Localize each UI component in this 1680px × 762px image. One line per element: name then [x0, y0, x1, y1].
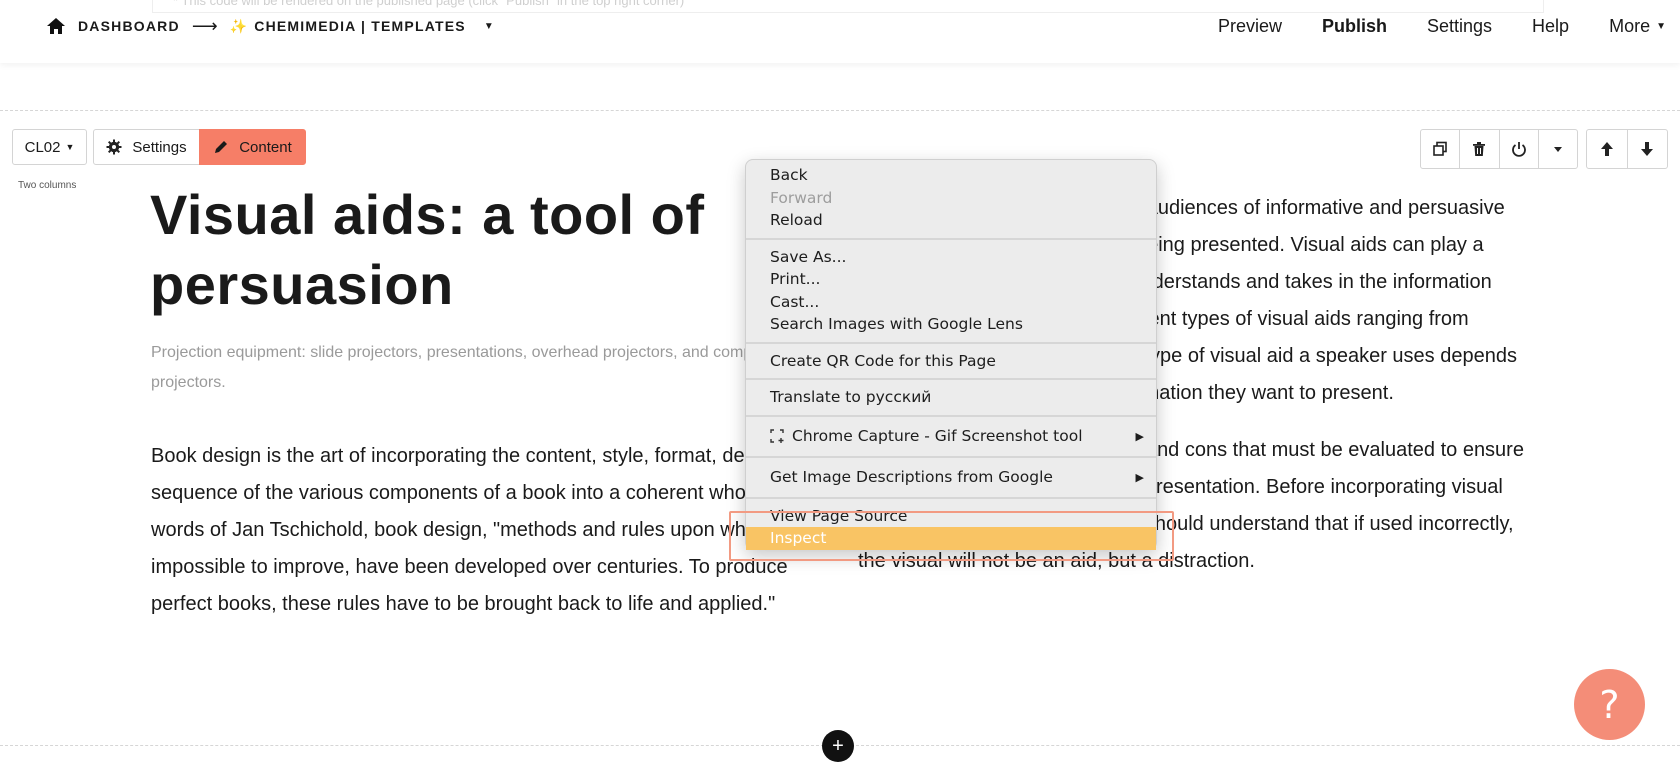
- home-icon[interactable]: [46, 16, 66, 36]
- menu-separator: [746, 378, 1156, 380]
- screen-capture-icon: [770, 428, 784, 443]
- breadcrumb-dashboard[interactable]: DASHBOARD: [78, 18, 180, 34]
- image-caption: Projection equipment: slide projectors, …: [151, 344, 780, 391]
- menu-item-image-descriptions-label: Get Image Descriptions from Google: [770, 467, 1053, 486]
- browser-context-menu: Back Forward Reload Save As... Print... …: [745, 159, 1157, 550]
- menu-item-chrome-capture[interactable]: Chrome Capture - Gif Screenshot tool ▶: [746, 423, 1156, 450]
- publish-link[interactable]: Publish: [1322, 14, 1387, 39]
- caret-down-icon[interactable]: [1537, 130, 1577, 168]
- top-nav-links: Preview Publish Settings Help More ▼: [1218, 14, 1666, 39]
- menu-separator: [746, 414, 1156, 417]
- duplicate-icon[interactable]: [1421, 130, 1459, 168]
- menu-item-print[interactable]: Print...: [746, 268, 1156, 291]
- gear-icon: [106, 139, 122, 155]
- breadcrumb: DASHBOARD ⟶ ✨ CHEMIMEDIA | TEMPLATES ▼: [46, 15, 495, 37]
- menu-separator: [746, 455, 1156, 458]
- section-divider-top: [0, 110, 1680, 111]
- breadcrumb-arrow: ⟶: [191, 15, 218, 36]
- menu-item-save-as[interactable]: Save As...: [746, 246, 1156, 269]
- menu-item-reload[interactable]: Reload: [746, 209, 1156, 232]
- menu-separator: [746, 341, 1156, 344]
- preview-link[interactable]: Preview: [1218, 14, 1282, 39]
- pencil-icon: [215, 141, 228, 153]
- power-icon[interactable]: [1498, 130, 1538, 168]
- arrow-up-icon[interactable]: [1587, 130, 1627, 168]
- layout-select-label: CL02: [24, 138, 61, 156]
- inspect-highlight-box: [729, 511, 1174, 561]
- menu-item-qr-code[interactable]: Create QR Code for this Page: [746, 350, 1156, 373]
- menu-separator: [746, 237, 1156, 240]
- project-dropdown-caret-icon[interactable]: ▼: [484, 21, 495, 32]
- menu-item-cast[interactable]: Cast...: [746, 291, 1156, 314]
- breadcrumb-project[interactable]: CHEMIMEDIA | TEMPLATES: [254, 18, 466, 34]
- block-content-label: Content: [239, 138, 292, 156]
- chevron-down-icon: ▼: [1656, 21, 1666, 33]
- more-menu[interactable]: More ▼: [1609, 14, 1666, 39]
- trash-icon[interactable]: [1459, 130, 1498, 168]
- menu-item-back[interactable]: Back: [746, 164, 1156, 187]
- menu-item-forward: Forward: [770, 188, 833, 207]
- publish-notice: * This code will be rendered on the publ…: [152, 0, 1544, 13]
- settings-link[interactable]: Settings: [1427, 14, 1492, 39]
- more-label: More: [1609, 16, 1651, 36]
- submenu-arrow-icon: ▶: [1135, 429, 1144, 443]
- menu-item-image-descriptions[interactable]: Get Image Descriptions from Google ▶: [746, 464, 1156, 491]
- top-navigation-bar: * This code will be rendered on the publ…: [0, 0, 1680, 63]
- block-content-button[interactable]: Content: [199, 129, 306, 165]
- arrow-down-icon[interactable]: [1626, 130, 1668, 168]
- caret-down-icon: ▼: [65, 142, 75, 152]
- menu-item-chrome-capture-label: Chrome Capture - Gif Screenshot tool: [792, 426, 1083, 445]
- layout-select[interactable]: CL02 ▼: [12, 129, 87, 165]
- menu-item-translate[interactable]: Translate to русский: [746, 386, 1156, 409]
- menu-separator: [746, 496, 1156, 499]
- sparkle-icon: ✨: [229, 17, 249, 34]
- help-link[interactable]: Help: [1532, 14, 1569, 39]
- submenu-arrow-icon: ▶: [1135, 470, 1144, 484]
- menu-item-search-lens[interactable]: Search Images with Google Lens: [746, 313, 1156, 336]
- help-fab-button[interactable]: ?: [1574, 669, 1645, 740]
- block-settings-button[interactable]: Settings: [93, 129, 200, 165]
- block-move-group: [1586, 129, 1668, 169]
- add-section-button[interactable]: +: [822, 730, 854, 762]
- block-settings-label: Settings: [132, 138, 187, 156]
- block-actions-group: [1420, 129, 1578, 169]
- layout-caption: Two columns: [18, 180, 77, 191]
